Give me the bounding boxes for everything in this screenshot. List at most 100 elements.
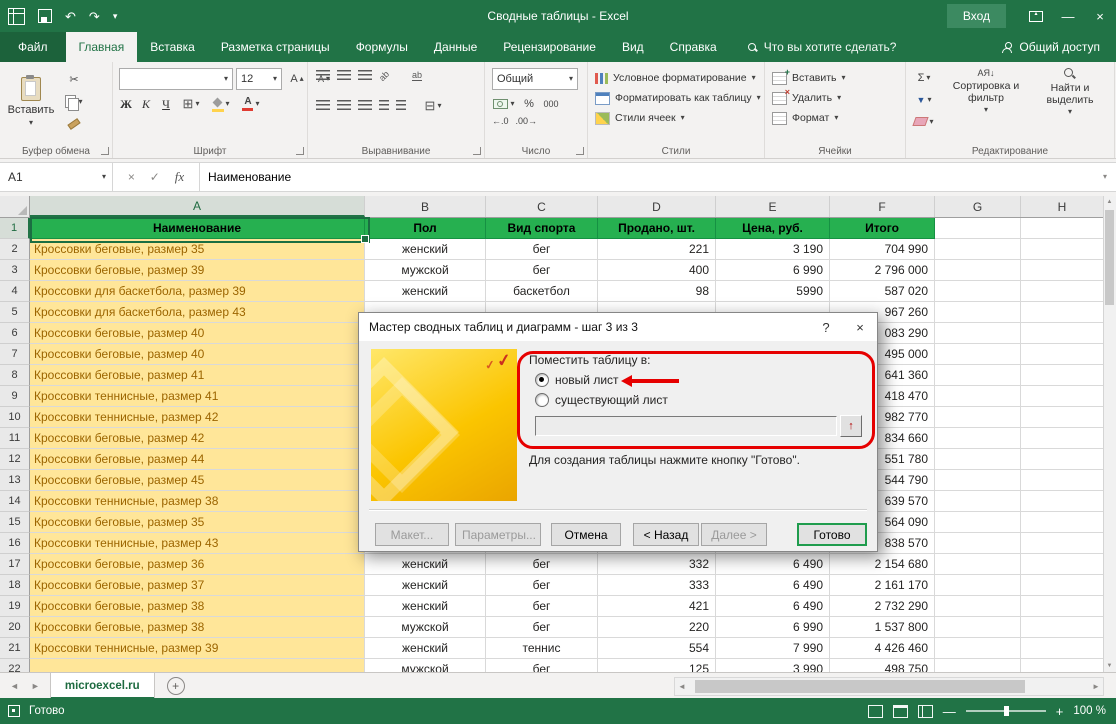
- cell-E17[interactable]: 6 490: [716, 554, 830, 575]
- normal-view-icon[interactable]: [868, 705, 883, 718]
- cell-G15[interactable]: [935, 512, 1021, 533]
- row-header-6[interactable]: 6: [0, 323, 30, 344]
- decrease-decimal-button[interactable]: .00→: [516, 116, 538, 126]
- percent-style-button[interactable]: %: [523, 94, 535, 113]
- accounting-format-button[interactable]: ▾: [492, 94, 516, 113]
- cell-A9[interactable]: Кроссовки теннисные, размер 41: [30, 386, 365, 407]
- row-header-5[interactable]: 5: [0, 302, 30, 323]
- column-header-H[interactable]: H: [1021, 196, 1104, 217]
- tab-Данные[interactable]: Данные: [421, 32, 490, 62]
- cell-H1[interactable]: [1021, 218, 1104, 239]
- scroll-right-icon[interactable]: ►: [1089, 682, 1103, 691]
- cell-G14[interactable]: [935, 491, 1021, 512]
- expand-formula-bar-icon[interactable]: ▾: [1094, 163, 1116, 191]
- cell-H13[interactable]: [1021, 470, 1104, 491]
- radio-existing-sheet[interactable]: существующий лист: [535, 393, 668, 407]
- cell-H18[interactable]: [1021, 575, 1104, 596]
- cell-D3[interactable]: 400: [598, 260, 716, 281]
- fill-handle[interactable]: [361, 235, 369, 243]
- minimize-button[interactable]: —: [1052, 0, 1084, 32]
- cell-B18[interactable]: женский: [365, 575, 486, 596]
- alignment-dialog-launcher-icon[interactable]: [473, 147, 481, 155]
- cell-C3[interactable]: бег: [486, 260, 598, 281]
- cut-button[interactable]: ✂: [62, 70, 86, 89]
- cell-F3[interactable]: 2 796 000: [830, 260, 935, 281]
- row-header-19[interactable]: 19: [0, 596, 30, 617]
- cell-A13[interactable]: Кроссовки беговые, размер 45: [30, 470, 365, 491]
- sort-filter-button[interactable]: АЯ↓ Сортировка и фильтр ▾: [946, 68, 1026, 134]
- column-header-A[interactable]: A: [30, 196, 365, 217]
- number-dialog-launcher-icon[interactable]: [576, 147, 584, 155]
- horizontal-scrollbar[interactable]: ◄ ►: [674, 677, 1104, 696]
- row-header-20[interactable]: 20: [0, 617, 30, 638]
- dialog-help-icon[interactable]: ?: [809, 313, 843, 341]
- column-header-C[interactable]: C: [486, 196, 598, 217]
- signin-button[interactable]: Вход: [947, 4, 1006, 28]
- cell-C20[interactable]: бег: [486, 617, 598, 638]
- cell-A21[interactable]: Кроссовки теннисные, размер 39: [30, 638, 365, 659]
- cell-A19[interactable]: Кроссовки беговые, размер 38: [30, 596, 365, 617]
- cell-E18[interactable]: 6 490: [716, 575, 830, 596]
- cell-C21[interactable]: теннис: [486, 638, 598, 659]
- cell-G7[interactable]: [935, 344, 1021, 365]
- cell-A2[interactable]: Кроссовки беговые, размер 35: [30, 239, 365, 260]
- cell-H16[interactable]: [1021, 533, 1104, 554]
- format-cells-button[interactable]: Формат▾: [765, 108, 846, 128]
- cell-H4[interactable]: [1021, 281, 1104, 302]
- find-select-button[interactable]: Найти и выделить ▾: [1030, 68, 1110, 134]
- scroll-up-icon[interactable]: ▲: [1104, 196, 1115, 208]
- cell-G16[interactable]: [935, 533, 1021, 554]
- comma-style-button[interactable]: 000: [542, 94, 560, 113]
- number-format-combo[interactable]: Общий▾: [492, 68, 578, 90]
- cell-C19[interactable]: бег: [486, 596, 598, 617]
- cell-B3[interactable]: мужской: [365, 260, 486, 281]
- save-icon[interactable]: [38, 9, 52, 23]
- cell-A17[interactable]: Кроссовки беговые, размер 36: [30, 554, 365, 575]
- cell-F22[interactable]: 498 750: [830, 659, 935, 672]
- clear-button[interactable]: ▾: [912, 112, 936, 131]
- cell-F20[interactable]: 1 537 800: [830, 617, 935, 638]
- cell-A15[interactable]: Кроссовки беговые, размер 35: [30, 512, 365, 533]
- horizontal-scroll-thumb[interactable]: [695, 680, 1025, 693]
- row-header-13[interactable]: 13: [0, 470, 30, 491]
- cell-E19[interactable]: 6 490: [716, 596, 830, 617]
- cell-G17[interactable]: [935, 554, 1021, 575]
- font-size-combo[interactable]: 12▾: [236, 68, 282, 90]
- cell-A3[interactable]: Кроссовки беговые, размер 39: [30, 260, 365, 281]
- cell-G9[interactable]: [935, 386, 1021, 407]
- row-header-18[interactable]: 18: [0, 575, 30, 596]
- align-center-icon[interactable]: [337, 100, 351, 111]
- cell-G22[interactable]: [935, 659, 1021, 672]
- cell-D21[interactable]: 554: [598, 638, 716, 659]
- cell-A10[interactable]: Кроссовки теннисные, размер 42: [30, 407, 365, 428]
- cell-F2[interactable]: 704 990: [830, 239, 935, 260]
- cell-E3[interactable]: 6 990: [716, 260, 830, 281]
- cell-D2[interactable]: 221: [598, 239, 716, 260]
- cell-D20[interactable]: 220: [598, 617, 716, 638]
- cell-H22[interactable]: [1021, 659, 1104, 672]
- row-header-1[interactable]: 1: [0, 218, 30, 239]
- cell-H15[interactable]: [1021, 512, 1104, 533]
- redo-icon[interactable]: ↷: [89, 10, 100, 23]
- cell-F19[interactable]: 2 732 290: [830, 596, 935, 617]
- cell-G8[interactable]: [935, 365, 1021, 386]
- row-header-8[interactable]: 8: [0, 365, 30, 386]
- zoom-slider[interactable]: [966, 710, 1046, 712]
- cell-G4[interactable]: [935, 281, 1021, 302]
- row-header-16[interactable]: 16: [0, 533, 30, 554]
- cell-E21[interactable]: 7 990: [716, 638, 830, 659]
- tab-Рецензирование[interactable]: Рецензирование: [490, 32, 609, 62]
- new-sheet-button[interactable]: +: [167, 677, 185, 695]
- tell-me-search[interactable]: Что вы хотите сделать?: [748, 32, 897, 62]
- cell-G3[interactable]: [935, 260, 1021, 281]
- cell-styles-button[interactable]: Стили ячеек▾: [588, 108, 761, 128]
- cell-A7[interactable]: Кроссовки беговые, размер 40: [30, 344, 365, 365]
- cell-C2[interactable]: бег: [486, 239, 598, 260]
- tab-Вставка[interactable]: Вставка: [137, 32, 208, 62]
- align-middle-icon[interactable]: [337, 70, 351, 81]
- cell-H3[interactable]: [1021, 260, 1104, 281]
- font-name-combo[interactable]: ▾: [119, 68, 233, 90]
- cell-G13[interactable]: [935, 470, 1021, 491]
- cell-G10[interactable]: [935, 407, 1021, 428]
- cell-C1[interactable]: Вид спорта: [486, 218, 598, 239]
